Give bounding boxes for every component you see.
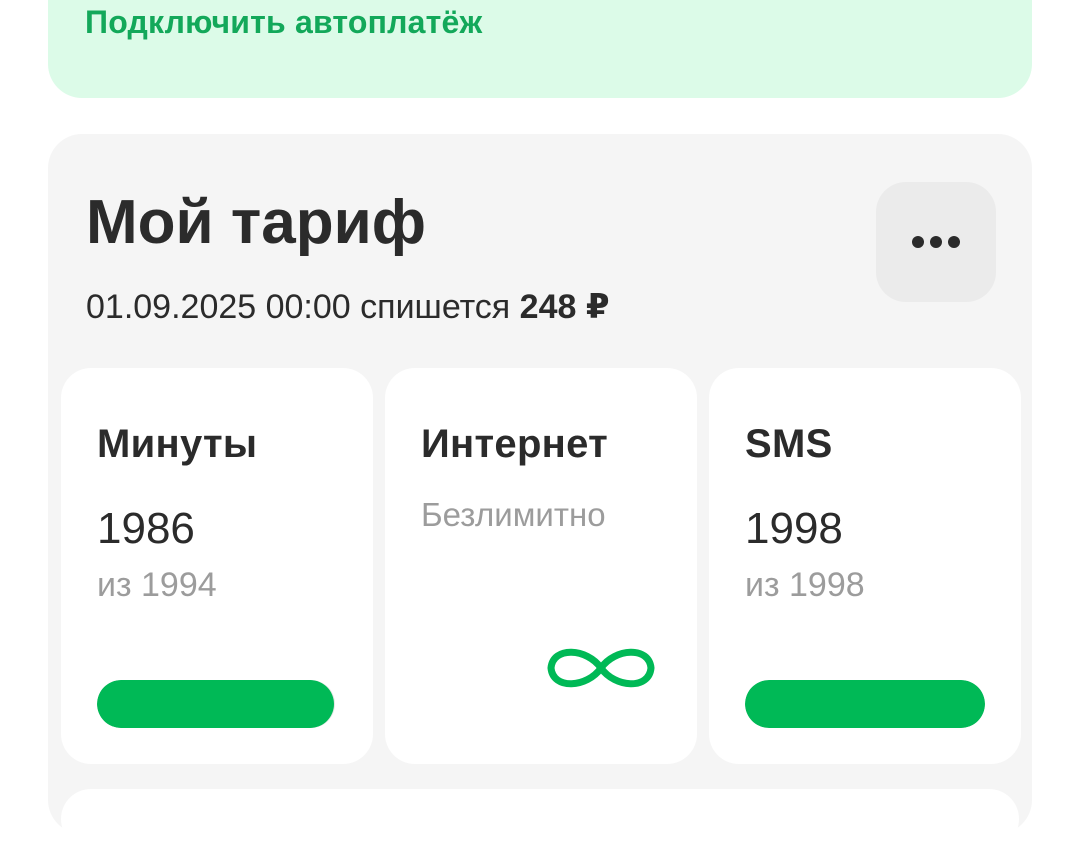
tariff-title: Мой тариф [86, 188, 426, 257]
next-section-card [61, 789, 1019, 849]
sms-title: SMS [745, 422, 833, 466]
minutes-progress-bar [97, 680, 335, 728]
minutes-remaining: 1986 [97, 504, 195, 553]
connect-autopay-link[interactable]: Подключить автоплатёж [85, 4, 482, 41]
sms-total: из 1998 [745, 566, 865, 604]
more-horizontal-icon [912, 236, 960, 248]
minutes-progress-fill [97, 680, 335, 728]
minutes-card[interactable]: Минуты 1986 из 1994 [61, 368, 373, 764]
internet-card[interactable]: Интернет Безлимитно [385, 368, 697, 764]
sms-remaining: 1998 [745, 504, 843, 553]
charge-datetime: 01.09.2025 00:00 [86, 288, 351, 326]
my-tariff-card: Мой тариф 01.09.2025 00:00 спишется 248 … [48, 134, 1032, 834]
internet-status: Безлимитно [421, 496, 606, 533]
charge-text: спишется [360, 288, 511, 326]
charge-amount: 248 ₽ [519, 288, 610, 326]
more-options-button[interactable] [876, 182, 996, 302]
sms-progress-fill [745, 680, 985, 728]
sms-progress-bar [745, 680, 985, 728]
sms-card[interactable]: SMS 1998 из 1998 [709, 368, 1021, 764]
autopay-banner: Подключить автоплатёж [48, 0, 1032, 98]
infinity-icon [547, 648, 655, 688]
internet-title: Интернет [421, 422, 609, 466]
minutes-title: Минуты [97, 422, 258, 466]
charge-info: 01.09.2025 00:00 спишется 248 ₽ [86, 287, 610, 327]
minutes-total: из 1994 [97, 566, 217, 604]
